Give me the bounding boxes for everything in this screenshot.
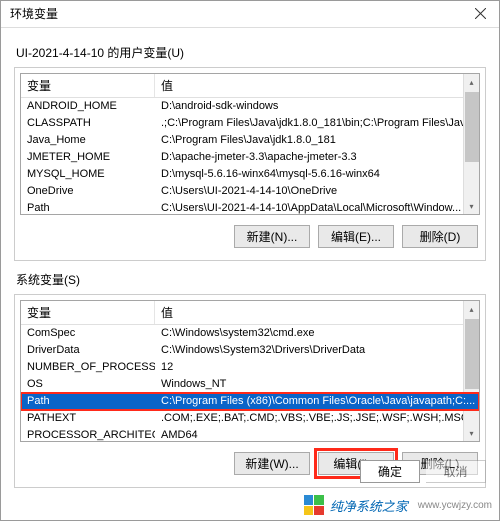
watermark-url: www.ycwjzy.com bbox=[418, 500, 492, 511]
scroll-up-icon[interactable]: ▴ bbox=[464, 301, 480, 317]
system-vars-label: 系统变量(S) bbox=[16, 271, 486, 288]
watermark: 纯净系统之家 www.ycwjzy.com bbox=[304, 495, 492, 515]
table-row[interactable]: PROCESSOR_ARCHITECT...AMD64 bbox=[21, 427, 479, 441]
var-value: C:\Windows\system32\cmd.exe bbox=[155, 325, 479, 342]
var-value: C:\Users\UI-2021-4-14-10\AppData\Local\M… bbox=[155, 200, 479, 214]
table-row[interactable]: ANDROID_HOMED:\android-sdk-windows bbox=[21, 98, 479, 115]
var-value: D:\apache-jmeter-3.3\apache-jmeter-3.3 bbox=[155, 149, 479, 166]
col-header-name[interactable]: 变量 bbox=[21, 301, 155, 324]
user-vars-group: 变量 值 ANDROID_HOMED:\android-sdk-windowsC… bbox=[14, 67, 486, 261]
var-name: OneDrive bbox=[21, 183, 155, 200]
user-new-button[interactable]: 新建(N)... bbox=[234, 225, 310, 248]
user-edit-button[interactable]: 编辑(E)... bbox=[318, 225, 394, 248]
var-value: AMD64 bbox=[155, 427, 479, 441]
var-name: ComSpec bbox=[21, 325, 155, 342]
scroll-thumb[interactable] bbox=[465, 92, 479, 162]
var-name: PROCESSOR_ARCHITECT... bbox=[21, 427, 155, 441]
watermark-logo-icon bbox=[304, 495, 324, 515]
var-value: .COM;.EXE;.BAT;.CMD;.VBS;.VBE;.JS;.JSE;.… bbox=[155, 410, 479, 427]
var-name: DriverData bbox=[21, 342, 155, 359]
var-value: 12 bbox=[155, 359, 479, 376]
user-vars-table[interactable]: 变量 值 ANDROID_HOMED:\android-sdk-windowsC… bbox=[20, 73, 480, 215]
user-delete-button[interactable]: 删除(D) bbox=[402, 225, 478, 248]
table-row[interactable]: OneDriveC:\Users\UI-2021-4-14-10\OneDriv… bbox=[21, 183, 479, 200]
system-vars-group: 变量 值 ComSpecC:\Windows\system32\cmd.exeD… bbox=[14, 294, 486, 488]
var-name: OS bbox=[21, 376, 155, 393]
table-row[interactable]: PathC:\Program Files (x86)\Common Files\… bbox=[21, 393, 479, 410]
table-row[interactable]: PATHEXT.COM;.EXE;.BAT;.CMD;.VBS;.VBE;.JS… bbox=[21, 410, 479, 427]
scroll-thumb[interactable] bbox=[465, 319, 479, 389]
ok-button[interactable]: 确定 bbox=[360, 460, 420, 483]
user-vars-label: UI-2021-4-14-10 的用户变量(U) bbox=[16, 44, 486, 61]
col-header-name[interactable]: 变量 bbox=[21, 74, 155, 97]
system-new-button[interactable]: 新建(W)... bbox=[234, 452, 310, 475]
var-name: MYSQL_HOME bbox=[21, 166, 155, 183]
var-value: C:\Program Files (x86)\Common Files\Orac… bbox=[155, 393, 479, 410]
var-value: D:\android-sdk-windows bbox=[155, 98, 479, 115]
scroll-up-icon[interactable]: ▴ bbox=[464, 74, 480, 90]
scroll-down-icon[interactable]: ▾ bbox=[464, 425, 480, 441]
var-name: PATHEXT bbox=[21, 410, 155, 427]
var-value: C:\Windows\System32\Drivers\DriverData bbox=[155, 342, 479, 359]
col-header-value[interactable]: 值 bbox=[155, 74, 479, 97]
close-button[interactable] bbox=[460, 0, 500, 28]
var-name: Java_Home bbox=[21, 132, 155, 149]
title-bar: 环境变量 bbox=[0, 0, 500, 28]
var-name: Path bbox=[21, 393, 155, 410]
var-name: JMETER_HOME bbox=[21, 149, 155, 166]
table-row[interactable]: PathC:\Users\UI-2021-4-14-10\AppData\Loc… bbox=[21, 200, 479, 214]
close-icon bbox=[475, 8, 486, 19]
table-row[interactable]: MYSQL_HOMED:\mysql-5.6.16-winx64\mysql-5… bbox=[21, 166, 479, 183]
table-row[interactable]: DriverDataC:\Windows\System32\Drivers\Dr… bbox=[21, 342, 479, 359]
var-name: ANDROID_HOME bbox=[21, 98, 155, 115]
scroll-down-icon[interactable]: ▾ bbox=[464, 198, 480, 214]
system-vars-body[interactable]: ComSpecC:\Windows\system32\cmd.exeDriver… bbox=[21, 325, 479, 441]
table-header: 变量 值 bbox=[21, 301, 479, 325]
table-row[interactable]: ComSpecC:\Windows\system32\cmd.exe bbox=[21, 325, 479, 342]
table-row[interactable]: Java_HomeC:\Program Files\Java\jdk1.8.0_… bbox=[21, 132, 479, 149]
var-value: C:\Users\UI-2021-4-14-10\OneDrive bbox=[155, 183, 479, 200]
scrollbar[interactable]: ▴ ▾ bbox=[463, 301, 479, 441]
col-header-value[interactable]: 值 bbox=[155, 301, 479, 324]
cancel-button[interactable]: 取消 bbox=[426, 460, 486, 483]
var-name: Path bbox=[21, 200, 155, 214]
system-vars-table[interactable]: 变量 值 ComSpecC:\Windows\system32\cmd.exeD… bbox=[20, 300, 480, 442]
user-vars-body[interactable]: ANDROID_HOMED:\android-sdk-windowsCLASSP… bbox=[21, 98, 479, 214]
var-value: Windows_NT bbox=[155, 376, 479, 393]
var-name: NUMBER_OF_PROCESSORS bbox=[21, 359, 155, 376]
table-row[interactable]: NUMBER_OF_PROCESSORS12 bbox=[21, 359, 479, 376]
table-header: 变量 值 bbox=[21, 74, 479, 98]
var-value: D:\mysql-5.6.16-winx64\mysql-5.6.16-winx… bbox=[155, 166, 479, 183]
table-row[interactable]: JMETER_HOMED:\apache-jmeter-3.3\apache-j… bbox=[21, 149, 479, 166]
watermark-brand: 纯净系统之家 bbox=[330, 496, 408, 515]
var-value: .;C:\Program Files\Java\jdk1.8.0_181\bin… bbox=[155, 115, 479, 132]
scrollbar[interactable]: ▴ ▾ bbox=[463, 74, 479, 214]
window-title: 环境变量 bbox=[10, 5, 58, 22]
var-name: CLASSPATH bbox=[21, 115, 155, 132]
dialog-buttons: 确定 取消 bbox=[360, 460, 486, 483]
table-row[interactable]: OSWindows_NT bbox=[21, 376, 479, 393]
table-row[interactable]: CLASSPATH.;C:\Program Files\Java\jdk1.8.… bbox=[21, 115, 479, 132]
var-value: C:\Program Files\Java\jdk1.8.0_181 bbox=[155, 132, 479, 149]
